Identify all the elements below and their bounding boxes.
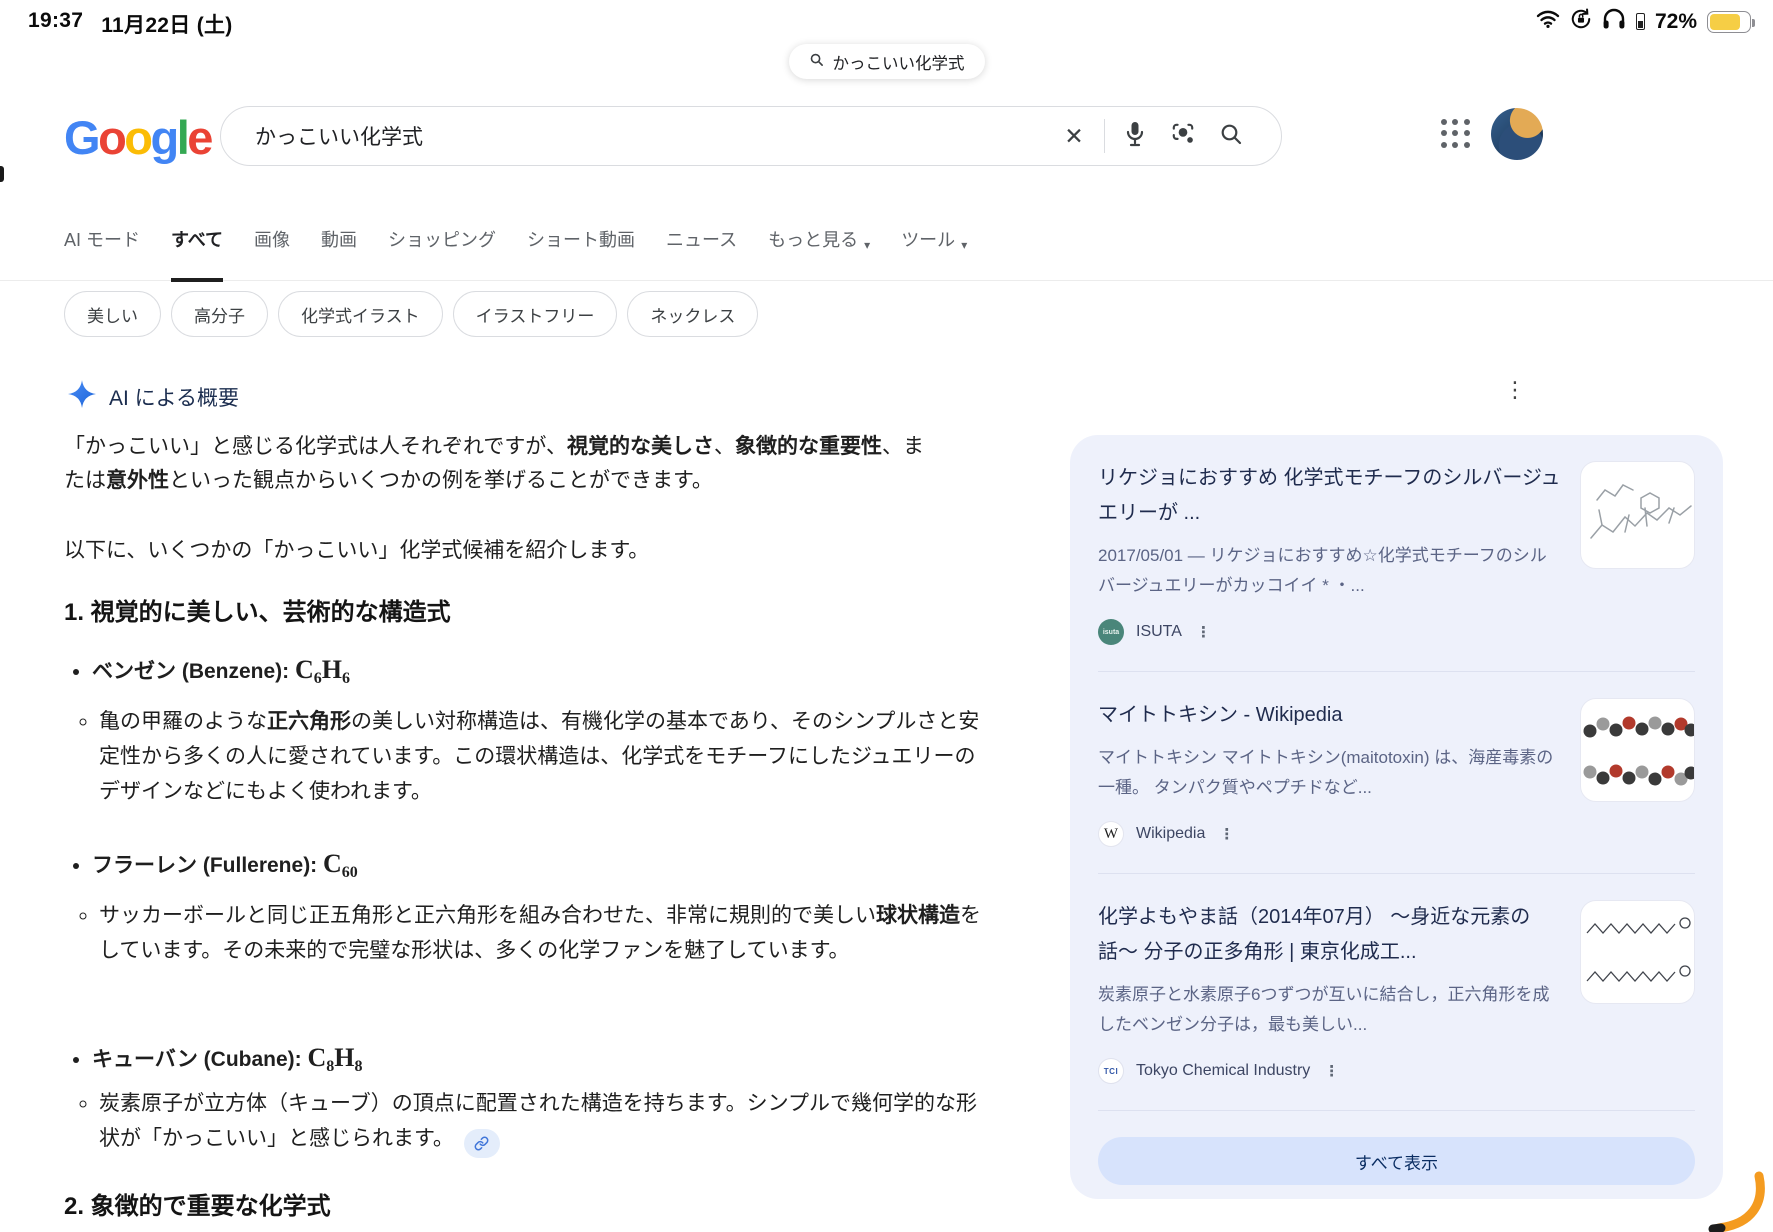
wikipedia-favicon: W [1098, 821, 1124, 847]
search-bar[interactable]: かっこいい化学式 ✕ [220, 106, 1282, 166]
citation-link-icon[interactable] [463, 1129, 500, 1158]
chip-formula-illustration[interactable]: 化学式イラスト [278, 291, 443, 337]
search-icon [809, 52, 824, 72]
show-all-button[interactable]: すべて表示 [1098, 1137, 1695, 1185]
google-logo[interactable]: Google [64, 110, 213, 165]
tab-images[interactable]: 画像 [254, 228, 290, 282]
ai-paragraph: 「かっこいい」と感じる化学式は人それぞれですが、視覚的な美しさ、象徴的な重要性、… [64, 435, 924, 492]
source-name: ISUTA [1136, 623, 1182, 640]
ai-overview-header: AI による概要 [68, 380, 239, 413]
card-divider [1098, 873, 1695, 874]
tab-all[interactable]: すべて [171, 228, 224, 282]
wifi-icon [1536, 9, 1560, 34]
google-lens-icon [1170, 121, 1196, 152]
screen: 19:37 11月22日 (土) 72% かっこいい化学式 Google かっこ… [0, 0, 1773, 1232]
tab-more[interactable]: もっと見る ▾ [768, 228, 870, 282]
ai-overview-label: AI による概要 [109, 386, 240, 410]
search-submit-button[interactable] [1207, 112, 1255, 160]
source-card-snippet: 2017/05/01 — リケジョにおすすめ☆化学式モチーフのシルバージュエリー… [1098, 546, 1547, 595]
bullet-fullerene-description: サッカーボールと同じ正五角形と正六角形を組み合わせた、非常に規則的で美しい球状構… [64, 898, 989, 968]
chip-illustration-free[interactable]: イラストフリー [452, 291, 618, 337]
chip-necklace[interactable]: ネックレス [627, 291, 759, 337]
apps-grid-icon[interactable] [1441, 119, 1471, 149]
source-card-snippet: マイトトキシン マイトトキシン(maitotoxin) は、海産毒素の一種。 タ… [1098, 748, 1554, 797]
headphones-battery-icon [1635, 13, 1645, 30]
bullet-fullerene: フラーレン (Fullerene): C60 [64, 844, 964, 886]
rotation-lock-icon [1570, 8, 1592, 35]
tci-favicon: TCI [1098, 1058, 1124, 1084]
sources-panel: リケジョにおすすめ 化学式モチーフのシルバージュエリーが ... 2017/05… [1070, 435, 1723, 1199]
tab-tools[interactable]: ツール ▾ [901, 228, 967, 282]
ai-overview-menu-icon[interactable]: ⋮ [1504, 378, 1526, 402]
card-menu-icon[interactable]: ⋮ [1196, 623, 1211, 641]
source-thumbnail-structure[interactable] [1580, 461, 1695, 569]
battery-icon [1707, 10, 1755, 33]
result-tabs: AI モード すべて 画像 動画 ショッピング ショート動画 ニュース もっと見… [64, 228, 967, 282]
corner-loader-arc [1708, 1171, 1765, 1232]
tab-short-videos[interactable]: ショート動画 [527, 228, 635, 282]
tab-ai-mode[interactable]: AI モード [64, 228, 140, 282]
source-name: Tokyo Chemical Industry [1136, 1062, 1311, 1079]
floating-query-pill[interactable]: かっこいい化学式 [788, 44, 985, 79]
card-divider [1098, 1110, 1695, 1111]
source-card-title[interactable]: マイトトキシン - Wikipedia [1098, 698, 1562, 733]
source-card-snippet: 炭素原子と水素原子6つずつが互いに結合し，正六角形を成したベンゼン分子は，最も美… [1098, 985, 1550, 1034]
bullet-cubane: キューバン (Cubane): C8H8 [64, 1038, 964, 1080]
source-card: リケジョにおすすめ 化学式モチーフのシルバージュエリーが ... 2017/05… [1098, 461, 1695, 647]
card-divider [1098, 671, 1695, 672]
headphones-icon [1602, 8, 1626, 35]
card-menu-icon[interactable]: ⋮ [1219, 825, 1234, 843]
screen-edge-artifact [0, 166, 4, 182]
filter-chips: 美しい 高分子 化学式イラスト イラストフリー ネックレス [64, 291, 759, 337]
bullet-benzene: ベンゼン (Benzene): C6H6 [64, 650, 964, 692]
source-thumbnail-chains[interactable] [1580, 900, 1695, 1004]
source-card: マイトトキシン - Wikipedia マイトトキシン マイトトキシン(mait… [1098, 698, 1695, 849]
ai-section-heading: 1. 視覚的に美しい、芸術的な構造式 [64, 599, 451, 626]
lens-search-button[interactable] [1159, 112, 1207, 160]
source-thumbnail-molecule[interactable] [1580, 698, 1695, 802]
tab-videos[interactable]: 動画 [321, 228, 357, 282]
tab-shopping[interactable]: ショッピング [388, 228, 496, 282]
chip-beautiful[interactable]: 美しい [64, 291, 161, 337]
mic-icon [1123, 120, 1147, 153]
ai-paragraph: 以下に、いくつかの「かっこいい」化学式候補を紹介します。 [64, 539, 650, 562]
source-card: 化学よもやま話（2014年07月） 〜身近な元素の話〜 分子の正多角形 | 東京… [1098, 900, 1695, 1086]
search-bar-divider [1104, 119, 1105, 153]
card-menu-icon[interactable]: ⋮ [1324, 1062, 1339, 1080]
avatar[interactable] [1491, 108, 1543, 160]
clear-button[interactable]: ✕ [1050, 112, 1098, 160]
bullet-cubane-description: 炭素原子が立方体（キューブ）の頂点に配置された構造を持ちます。シンプルで幾何学的… [64, 1086, 989, 1158]
search-input[interactable]: かっこいい化学式 [221, 121, 1050, 151]
chip-polymer[interactable]: 高分子 [171, 291, 268, 337]
source-card-title[interactable]: 化学よもやま話（2014年07月） 〜身近な元素の話〜 分子の正多角形 | 東京… [1098, 900, 1562, 970]
search-icon [1219, 122, 1243, 151]
bullet-benzene-description: 亀の甲羅のような正六角形の美しい対称構造は、有機化学の基本であり、そのシンプルさ… [64, 704, 989, 809]
chevron-down-icon: ▾ [961, 238, 968, 252]
status-date: 11月22日 (土) [101, 14, 233, 37]
isuta-favicon: isuta [1098, 619, 1124, 645]
status-bar: 19:37 11月22日 (土) 72% [0, 0, 1773, 44]
close-icon: ✕ [1064, 122, 1084, 149]
tab-news[interactable]: ニュース [666, 228, 737, 282]
source-name: Wikipedia [1136, 825, 1206, 842]
chevron-down-icon: ▾ [864, 238, 871, 252]
battery-percent: 72% [1654, 9, 1697, 33]
floating-query-text: かっこいい化学式 [832, 54, 965, 73]
source-card-title[interactable]: リケジョにおすすめ 化学式モチーフのシルバージュエリーが ... [1098, 461, 1562, 531]
status-time: 19:37 [28, 9, 84, 32]
ai-section-heading: 2. 象徴的で重要な化学式 [64, 1193, 331, 1220]
sparkle-icon [68, 380, 96, 413]
voice-search-button[interactable] [1111, 112, 1159, 160]
